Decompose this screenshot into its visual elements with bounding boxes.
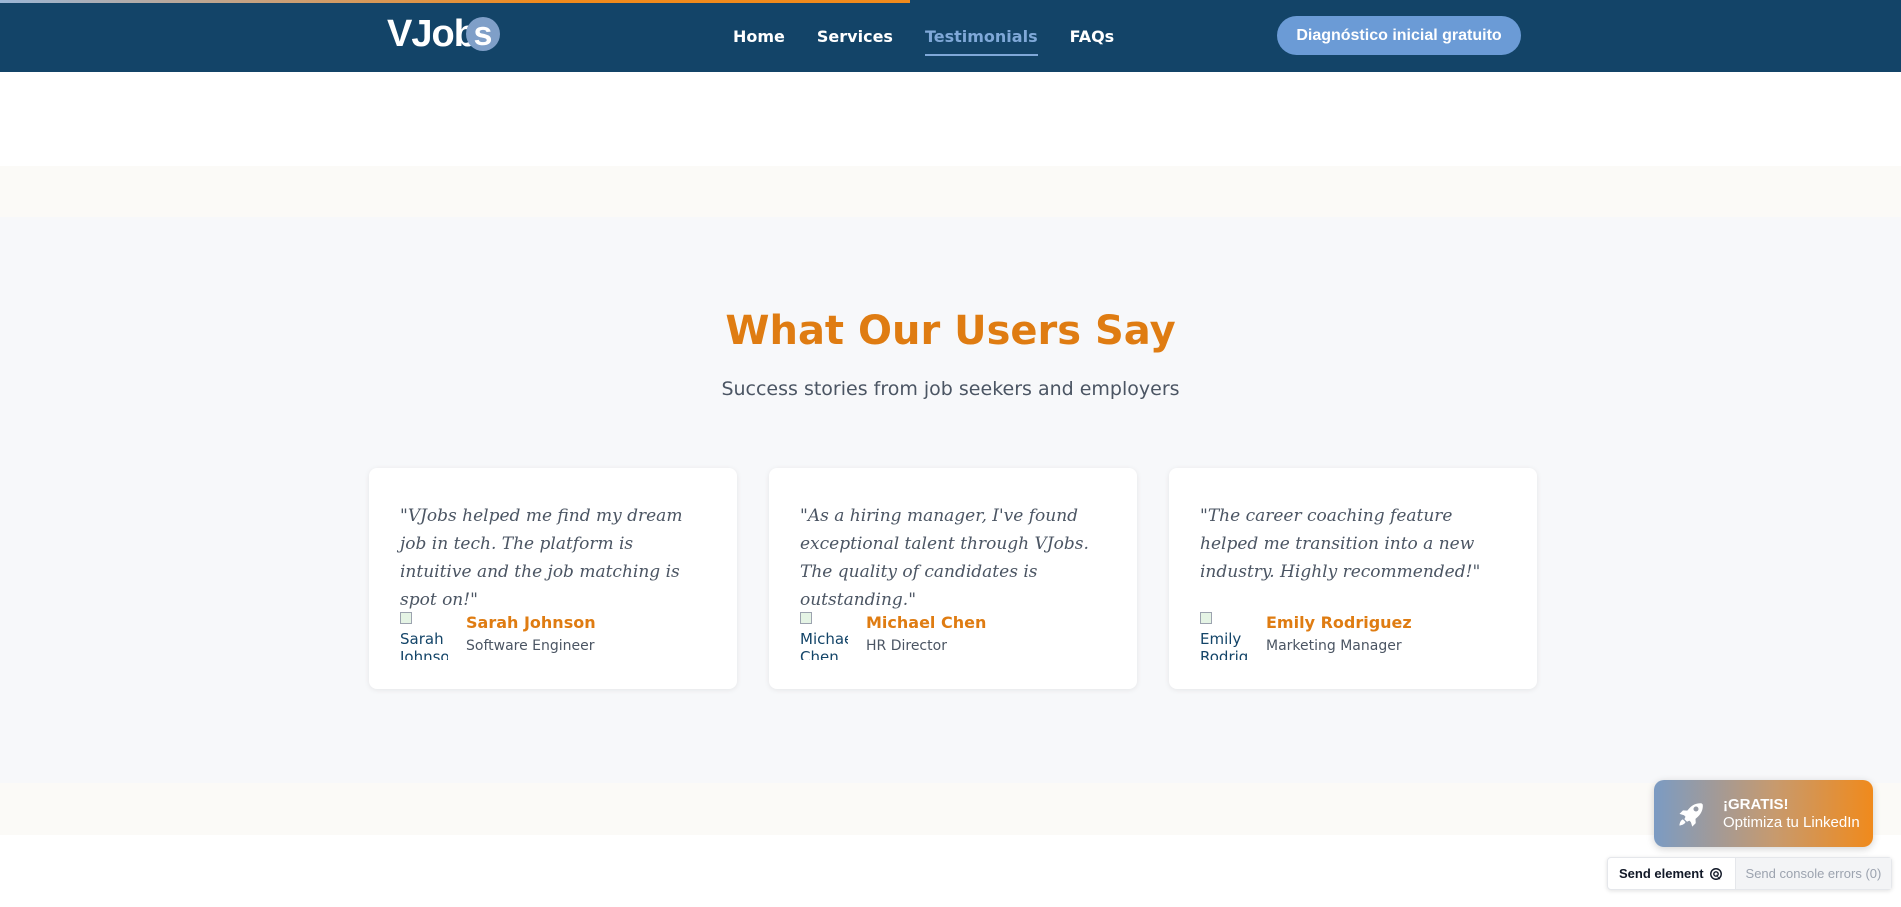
testimonial-card: "VJobs helped me find my dream job in te… — [369, 468, 737, 689]
site-header: VJob s Home Services Testimonials FAQs D… — [0, 0, 1901, 72]
main-nav: Home Services Testimonials FAQs — [733, 0, 1114, 72]
avatar-alt-text: Sarah Johnson — [400, 630, 448, 660]
promo-title: ¡GRATIS! — [1723, 795, 1789, 813]
logo-circle: s — [465, 17, 500, 51]
send-element-label: Send element — [1619, 866, 1704, 881]
author-role: HR Director — [866, 638, 947, 654]
broken-image-icon — [800, 612, 812, 624]
broken-image-icon — [400, 612, 412, 624]
author-name: Michael Chen — [866, 613, 987, 632]
testimonial-author: Sarah Johnson Sarah Johnson Software Eng… — [400, 612, 707, 660]
testimonial-card: "The career coaching feature helped me t… — [1169, 468, 1537, 689]
author-role: Marketing Manager — [1266, 638, 1402, 654]
broken-image-icon — [1200, 612, 1212, 624]
logo[interactable]: VJob s — [387, 12, 500, 55]
section-divider-top — [0, 166, 1901, 217]
author-name: Emily Rodriguez — [1266, 613, 1412, 632]
nav-testimonials[interactable]: Testimonials — [924, 23, 1038, 56]
avatar-alt-text: Emily Rodriguez — [1200, 630, 1248, 660]
author-role: Software Engineer — [466, 638, 595, 654]
nav-faqs[interactable]: FAQs — [1070, 23, 1115, 50]
section-subtitle: Success stories from job seekers and emp… — [721, 378, 1180, 400]
linkedin-promo-button[interactable]: ¡GRATIS! Optimiza tu LinkedIn — [1654, 780, 1873, 847]
section-divider-bottom — [0, 783, 1901, 835]
logo-text: VJob — [387, 12, 477, 55]
testimonial-quote: "The career coaching feature helped me t… — [1200, 506, 1481, 582]
author-name: Sarah Johnson — [466, 613, 596, 632]
send-element-button[interactable]: Send element — [1608, 858, 1736, 889]
dev-toolbar: Send element Send console errors (0) — [1607, 857, 1893, 890]
testimonial-quote: "As a hiring manager, I've found excepti… — [800, 506, 1089, 610]
testimonial-quote: "VJobs helped me find my dream job in te… — [400, 506, 683, 610]
rocket-icon — [1679, 802, 1703, 827]
testimonial-author: Michael Chen Michael Chen HR Director — [800, 612, 1107, 660]
avatar: Michael Chen — [800, 612, 848, 660]
testimonial-card: "As a hiring manager, I've found excepti… — [769, 468, 1137, 689]
nav-services[interactable]: Services — [817, 23, 893, 50]
send-console-errors-button[interactable]: Send console errors (0) — [1735, 858, 1892, 889]
avatar: Emily Rodriguez — [1200, 612, 1248, 660]
section-title: What Our Users Say — [725, 308, 1176, 354]
avatar: Sarah Johnson — [400, 612, 448, 660]
promo-subtitle: Optimiza tu LinkedIn — [1723, 813, 1860, 831]
free-diagnosis-button[interactable]: Diagnóstico inicial gratuito — [1277, 16, 1521, 55]
cursor-target-icon — [1709, 867, 1722, 880]
avatar-alt-text: Michael Chen — [800, 630, 848, 660]
testimonial-author: Emily Rodriguez Emily Rodriguez Marketin… — [1200, 612, 1507, 660]
nav-home[interactable]: Home — [733, 23, 785, 50]
